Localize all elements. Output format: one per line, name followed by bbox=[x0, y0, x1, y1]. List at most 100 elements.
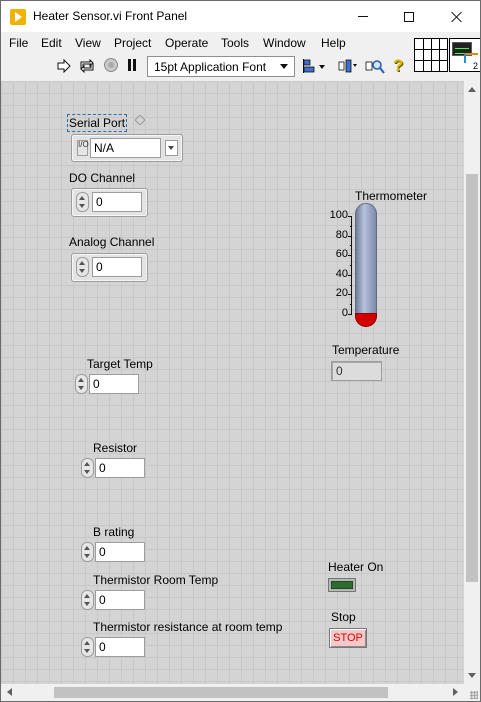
toolbar: 15pt Application Font ? bbox=[1, 54, 412, 81]
chevron-down-icon bbox=[280, 64, 288, 69]
temperature-label: Temperature bbox=[332, 343, 400, 357]
maximize-icon bbox=[404, 11, 414, 22]
align-objects-icon[interactable] bbox=[303, 59, 327, 73]
resistor-increment-decrement[interactable] bbox=[81, 458, 94, 478]
labview-app-icon bbox=[10, 9, 26, 25]
thermistor-room-temp-value[interactable]: 0 bbox=[95, 590, 145, 610]
do-channel-label: DO Channel bbox=[69, 171, 136, 185]
maximize-button[interactable] bbox=[386, 1, 432, 32]
abort-execution-icon[interactable] bbox=[104, 58, 118, 72]
close-icon bbox=[451, 11, 463, 23]
stop-button[interactable]: STOP bbox=[329, 628, 367, 648]
thermometer-tick-label: 20 bbox=[335, 287, 348, 300]
menu-file[interactable]: File bbox=[9, 36, 28, 50]
thermometer-major-tick bbox=[348, 255, 352, 257]
font-select-value: 15pt Application Font bbox=[154, 60, 267, 74]
run-continuously-icon[interactable] bbox=[79, 59, 95, 73]
scroll-up-icon[interactable] bbox=[468, 87, 476, 92]
scroll-left-icon[interactable] bbox=[7, 688, 12, 696]
resize-corner[interactable] bbox=[464, 684, 480, 701]
menu-tools[interactable]: Tools bbox=[221, 36, 249, 50]
thermistor-resistance-label: Thermistor resistance at room temp bbox=[93, 620, 283, 634]
minimize-button[interactable] bbox=[340, 1, 386, 32]
labview-front-panel-window: Heater Sensor.vi Front Panel File Edit V… bbox=[0, 0, 481, 702]
close-button[interactable] bbox=[434, 1, 480, 32]
temperature-value: 0 bbox=[331, 361, 382, 381]
resistor-label: Resistor bbox=[93, 441, 138, 455]
front-panel[interactable]: Serial Port I/O N/A DO Channel 0 Analog … bbox=[1, 81, 464, 684]
menu-window[interactable]: Window bbox=[263, 36, 306, 50]
vertical-scrollbar[interactable] bbox=[464, 81, 480, 684]
run-arrow-icon[interactable] bbox=[57, 59, 71, 73]
thermometer-minor-tick bbox=[350, 265, 352, 266]
thermometer-tick-label: 60 bbox=[335, 248, 348, 261]
target-temp-increment-decrement[interactable] bbox=[75, 374, 88, 394]
thermometer-major-tick bbox=[348, 235, 352, 237]
menu-project[interactable]: Project bbox=[114, 36, 151, 50]
pause-icon[interactable] bbox=[127, 59, 137, 71]
resize-handle-icon[interactable] bbox=[135, 115, 145, 125]
do-channel-value[interactable]: 0 bbox=[92, 192, 142, 212]
analog-channel-control[interactable]: 0 bbox=[71, 253, 148, 282]
menu-view[interactable]: View bbox=[75, 36, 101, 50]
analog-channel-increment-decrement[interactable] bbox=[76, 257, 89, 277]
thermistor-resistance-increment-decrement[interactable] bbox=[81, 637, 94, 657]
target-temp-value[interactable]: 0 bbox=[89, 374, 139, 394]
thermistor-room-temp-increment-decrement[interactable] bbox=[81, 590, 94, 610]
menu-operate[interactable]: Operate bbox=[165, 36, 208, 50]
do-channel-increment-decrement[interactable] bbox=[76, 192, 89, 212]
thermometer-tick-label: 40 bbox=[335, 267, 348, 280]
thermometer-tick-label: 80 bbox=[335, 228, 348, 241]
distribute-objects-icon[interactable] bbox=[338, 58, 358, 74]
thermometer-label: Thermometer bbox=[355, 189, 428, 203]
b-rating-label: B rating bbox=[93, 525, 135, 539]
serial-port-value[interactable]: N/A bbox=[90, 138, 161, 158]
horizontal-scroll-thumb[interactable] bbox=[54, 687, 388, 698]
analog-channel-label: Analog Channel bbox=[69, 235, 155, 249]
thermometer-minor-tick bbox=[350, 304, 352, 306]
help-icon[interactable]: ? bbox=[393, 56, 407, 76]
target-temp-label: Target Temp bbox=[87, 357, 153, 371]
thermistor-room-temp-label: Thermistor Room Temp bbox=[93, 573, 219, 587]
serial-port-label[interactable]: Serial Port bbox=[66, 114, 128, 132]
thermometer-major-tick bbox=[348, 294, 352, 296]
resistor-value[interactable]: 0 bbox=[95, 458, 145, 478]
serial-port-dropdown-button[interactable] bbox=[165, 140, 178, 156]
thermometer-minor-tick bbox=[350, 225, 352, 227]
thermometer-tick-label: 0 bbox=[341, 307, 348, 319]
b-rating-increment-decrement[interactable] bbox=[81, 542, 94, 562]
do-channel-control[interactable]: 0 bbox=[71, 188, 148, 217]
resize-grip-icon[interactable] bbox=[470, 691, 478, 699]
vertical-scroll-thumb[interactable] bbox=[466, 174, 478, 582]
thermistor-resistance-value[interactable]: 0 bbox=[95, 637, 145, 657]
visa-io-icon: I/O bbox=[77, 140, 89, 156]
thermometer-major-tick bbox=[348, 216, 352, 217]
thermometer-minor-tick bbox=[350, 245, 352, 247]
heater-on-label: Heater On bbox=[328, 560, 384, 574]
b-rating-value[interactable]: 0 bbox=[95, 542, 145, 562]
thermometer-minor-tick bbox=[350, 284, 352, 286]
vi-icon[interactable]: 2 bbox=[449, 38, 480, 72]
thermometer-major-tick bbox=[348, 274, 352, 276]
stop-label: Stop bbox=[331, 610, 356, 624]
title-bar: Heater Sensor.vi Front Panel bbox=[1, 1, 480, 32]
vi-icon-number: 2 bbox=[472, 61, 478, 71]
scroll-right-icon[interactable] bbox=[453, 688, 458, 696]
window-title: Heater Sensor.vi Front Panel bbox=[33, 9, 188, 23]
thermometer-bulb bbox=[355, 313, 377, 327]
minimize-icon bbox=[358, 16, 368, 17]
scroll-down-icon[interactable] bbox=[468, 673, 476, 678]
connector-pane-icon[interactable] bbox=[414, 38, 448, 72]
heater-on-led bbox=[328, 578, 356, 592]
serial-port-control[interactable]: I/O N/A bbox=[71, 134, 183, 162]
font-select[interactable]: 15pt Application Font bbox=[147, 56, 295, 77]
menu-bar: File Edit View Project Operate Tools Win… bbox=[1, 32, 412, 54]
thermometer-major-tick bbox=[348, 314, 352, 315]
menu-help[interactable]: Help bbox=[321, 36, 346, 50]
reorder-zoom-icon[interactable] bbox=[365, 57, 385, 75]
analog-channel-value[interactable]: 0 bbox=[92, 257, 142, 277]
thermometer-tick-label: 100 bbox=[329, 209, 348, 221]
horizontal-scrollbar[interactable] bbox=[1, 684, 464, 701]
thermometer-tube bbox=[355, 203, 377, 326]
menu-edit[interactable]: Edit bbox=[41, 36, 62, 50]
